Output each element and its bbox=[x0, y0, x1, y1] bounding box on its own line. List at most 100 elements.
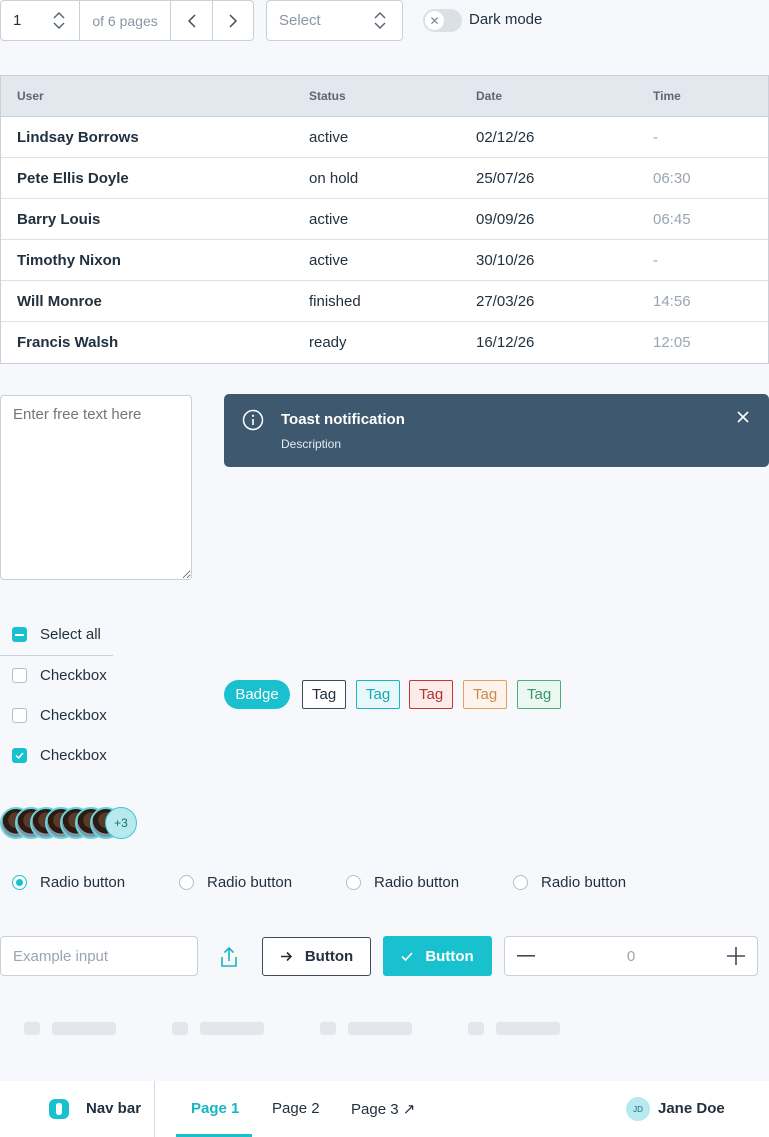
cell-user: Barry Louis bbox=[17, 210, 101, 228]
cell-date: 30/10/26 bbox=[476, 251, 535, 269]
outline-button[interactable]: Button bbox=[262, 937, 371, 976]
cell-status: ready bbox=[309, 334, 347, 351]
dark-mode-toggle[interactable]: ✕ bbox=[423, 9, 462, 32]
column-header-date[interactable]: Date bbox=[476, 89, 653, 103]
table-row[interactable]: Will Monroe finished 27/03/26 14:56 bbox=[1, 281, 768, 322]
cell-status: active bbox=[309, 251, 349, 269]
quantity-stepper[interactable]: 0 bbox=[504, 936, 758, 976]
indeterminate-icon bbox=[12, 627, 27, 642]
minus-icon[interactable] bbox=[517, 955, 535, 957]
page-stepper-icon[interactable] bbox=[53, 12, 65, 29]
tag: Tag bbox=[409, 680, 454, 709]
arrow-right-icon bbox=[280, 951, 292, 962]
select-placeholder: Select bbox=[279, 12, 321, 29]
cell-user: Pete Ellis Doyle bbox=[17, 169, 129, 187]
divider bbox=[0, 655, 113, 656]
radio-button[interactable]: Radio button bbox=[12, 874, 125, 891]
toast-notification: Toast notification Description bbox=[224, 394, 769, 467]
page-number-input[interactable]: 1 bbox=[1, 1, 80, 40]
column-header-status[interactable]: Status bbox=[309, 89, 476, 103]
select-all-checkbox[interactable]: Select all bbox=[12, 626, 101, 643]
user-name[interactable]: Jane Doe bbox=[658, 1100, 725, 1117]
nav-link-page-1[interactable]: Page 1 bbox=[191, 1100, 239, 1117]
radio-dot bbox=[12, 875, 27, 890]
skeleton-text bbox=[496, 1022, 560, 1035]
users-table: User Status Date Time Lindsay Borrows ac… bbox=[0, 75, 769, 364]
cell-user: Will Monroe bbox=[17, 292, 102, 310]
radio-label: Radio button bbox=[40, 874, 126, 891]
user-avatar[interactable]: JD bbox=[626, 1097, 650, 1121]
skeleton-icon bbox=[24, 1022, 40, 1035]
radio-label: Radio button bbox=[207, 874, 293, 891]
radio-dot bbox=[346, 875, 361, 890]
select-all-label: Select all bbox=[40, 626, 101, 643]
checkbox[interactable]: Checkbox bbox=[12, 707, 107, 724]
radio-button[interactable]: Radio button bbox=[346, 874, 459, 891]
primary-button-label: Button bbox=[425, 947, 474, 965]
plus-icon[interactable] bbox=[727, 947, 745, 965]
outline-button-label: Button bbox=[304, 948, 354, 965]
column-header-user[interactable]: User bbox=[1, 89, 309, 103]
example-input[interactable] bbox=[0, 936, 198, 976]
free-text-area[interactable] bbox=[0, 395, 192, 580]
cell-time: 06:45 bbox=[653, 210, 691, 228]
skeleton-text bbox=[52, 1022, 116, 1035]
cell-time: 06:30 bbox=[653, 169, 691, 187]
skeleton-icon bbox=[172, 1022, 188, 1035]
prev-page-button[interactable] bbox=[171, 1, 212, 40]
toast-description: Description bbox=[281, 437, 342, 451]
primary-button[interactable]: Button bbox=[383, 936, 492, 976]
radio-label: Radio button bbox=[374, 874, 460, 891]
avatar-overflow-count[interactable]: +3 bbox=[105, 807, 137, 839]
table-row[interactable]: Francis Walsh ready 16/12/26 12:05 bbox=[1, 322, 768, 363]
radio-dot bbox=[179, 875, 194, 890]
table-header: User Status Date Time bbox=[1, 76, 768, 117]
toggle-off-icon: ✕ bbox=[425, 11, 444, 30]
cell-date: 25/07/26 bbox=[476, 169, 535, 187]
page-number-value: 1 bbox=[13, 12, 22, 29]
dark-mode-label: Dark mode bbox=[469, 11, 543, 28]
tag: Tag bbox=[517, 680, 562, 709]
checkbox-label: Checkbox bbox=[40, 667, 107, 684]
cell-status: on hold bbox=[309, 169, 359, 187]
cell-date: 27/03/26 bbox=[476, 292, 535, 310]
page-count-label: of 6 pages bbox=[80, 1, 172, 40]
checkbox-box bbox=[12, 668, 27, 683]
toast-title: Toast notification bbox=[281, 411, 405, 428]
radio-dot bbox=[513, 875, 528, 890]
column-header-time[interactable]: Time bbox=[653, 89, 768, 103]
nav-link-page-2[interactable]: Page 2 bbox=[272, 1100, 320, 1117]
logo-icon[interactable] bbox=[48, 1098, 70, 1120]
cell-user: Lindsay Borrows bbox=[17, 128, 139, 146]
checkbox[interactable]: Checkbox bbox=[12, 747, 107, 764]
checkbox-label: Checkbox bbox=[40, 747, 107, 764]
cell-user: Francis Walsh bbox=[17, 334, 119, 351]
table-row[interactable]: Barry Louis active 09/09/26 06:45 bbox=[1, 199, 768, 240]
next-page-button[interactable] bbox=[212, 1, 253, 40]
skeleton-icon bbox=[468, 1022, 484, 1035]
nav-brand[interactable]: Nav bar bbox=[86, 1100, 141, 1117]
cell-time: - bbox=[653, 251, 658, 269]
nav-link-page-3[interactable]: Page 3 ↗ bbox=[351, 1100, 415, 1118]
cell-date: 09/09/26 bbox=[476, 210, 535, 228]
cell-time: 12:05 bbox=[653, 334, 691, 351]
radio-button[interactable]: Radio button bbox=[179, 874, 292, 891]
checkbox[interactable]: Checkbox bbox=[12, 667, 107, 684]
cell-time: 14:56 bbox=[653, 292, 691, 310]
cell-status: active bbox=[309, 128, 349, 146]
table-row[interactable]: Lindsay Borrows active 02/12/26 - bbox=[1, 117, 768, 158]
radio-label: Radio button bbox=[541, 874, 627, 891]
share-icon[interactable] bbox=[219, 946, 239, 968]
chevron-right-icon bbox=[229, 13, 238, 28]
nav-divider bbox=[154, 1081, 155, 1137]
select-dropdown[interactable]: Select bbox=[266, 0, 403, 41]
table-row[interactable]: Pete Ellis Doyle on hold 25/07/26 06:30 bbox=[1, 158, 768, 199]
cell-date: 02/12/26 bbox=[476, 128, 535, 146]
close-icon[interactable] bbox=[737, 411, 749, 423]
table-row[interactable]: Timothy Nixon active 30/10/26 - bbox=[1, 240, 768, 281]
cell-user: Timothy Nixon bbox=[17, 251, 121, 269]
radio-button[interactable]: Radio button bbox=[513, 874, 626, 891]
tag: Tag bbox=[463, 680, 508, 709]
cell-status: active bbox=[309, 210, 349, 228]
checkbox-box bbox=[12, 708, 27, 723]
